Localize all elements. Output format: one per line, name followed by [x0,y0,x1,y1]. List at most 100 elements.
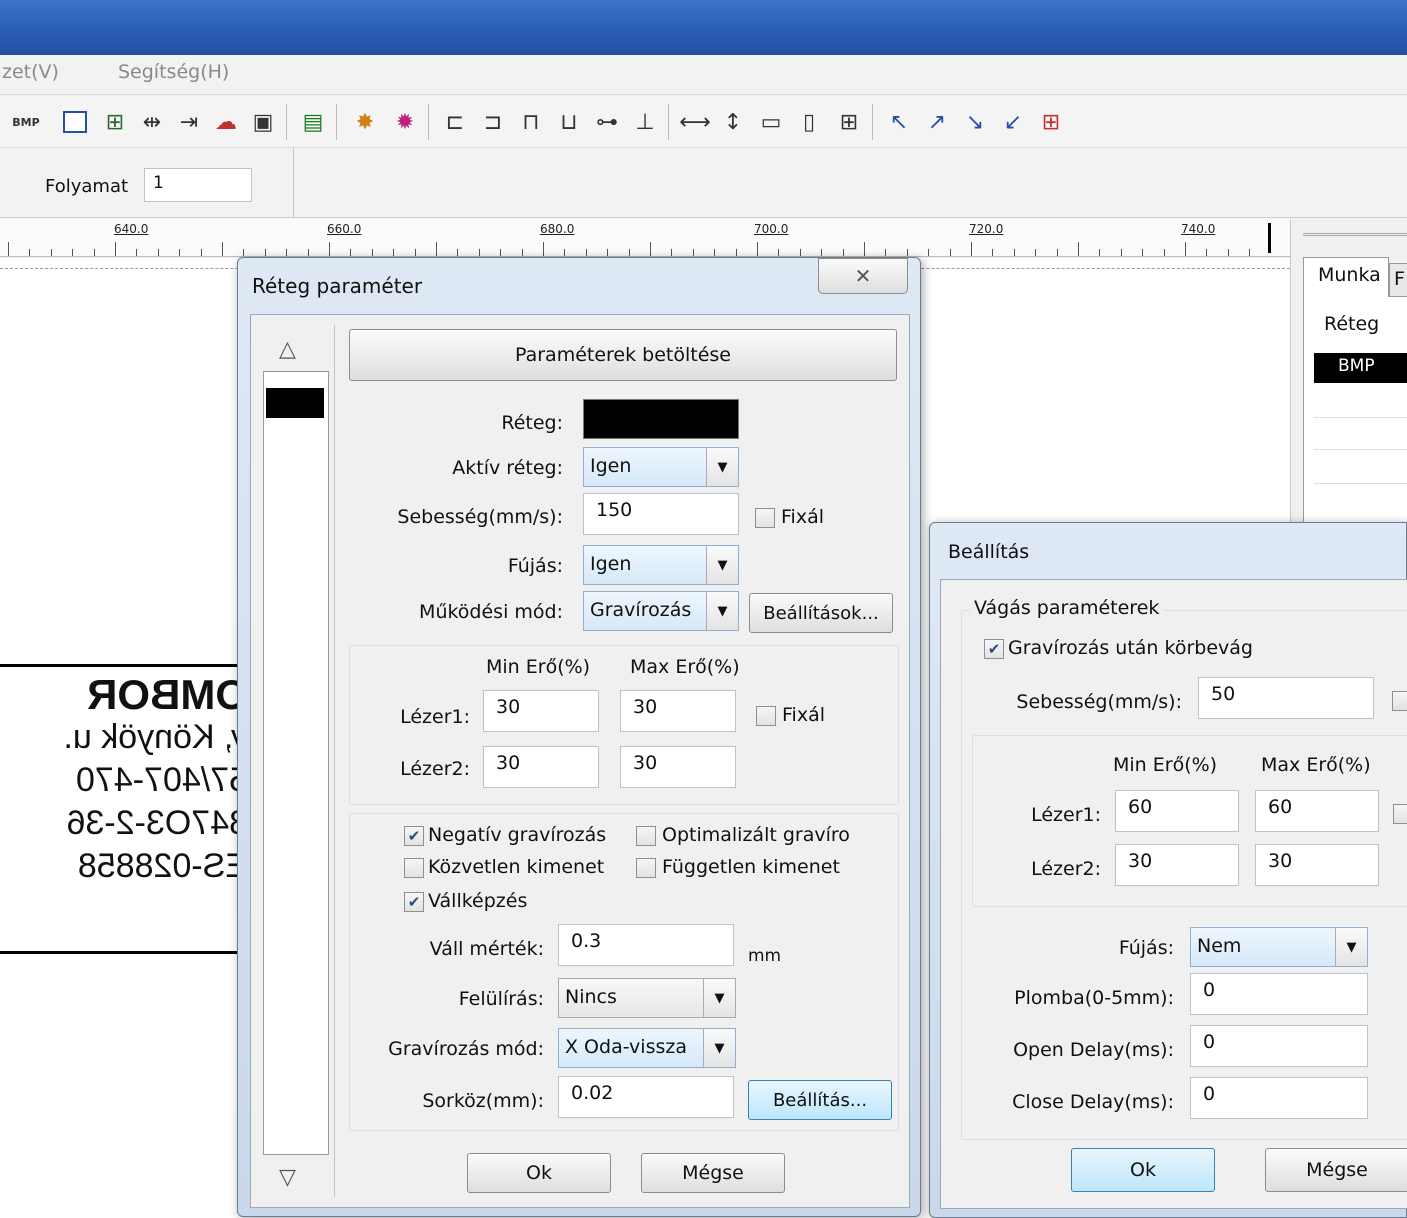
chevron-down-icon[interactable]: ▼ [706,448,738,486]
ok-button[interactable]: Ok [467,1153,611,1193]
scroll-up-icon[interactable]: △ [279,337,296,362]
independent-output-checkbox[interactable] [636,858,656,878]
line-spacing-setting-button[interactable]: Beállítás... [748,1080,892,1120]
cut-blow-select[interactable]: Nem ▼ [1190,927,1368,967]
move-bottom-right-icon[interactable]: ↘ [958,105,992,139]
ruler-tick [94,249,95,256]
fix-power-label: Fixál [782,704,825,726]
ruler-tick [243,249,244,256]
toolbar-separator [668,104,669,140]
bmp-tool-icon[interactable]: BMP [6,105,46,139]
center-horizontal-icon[interactable]: ⊶ [590,105,624,139]
node-edit-icon[interactable]: ▣ [246,105,280,139]
move-bottom-left-icon[interactable]: ↙ [996,105,1030,139]
speed-input[interactable]: 150 [583,493,739,535]
tab-f[interactable]: F [1389,263,1407,297]
ruler-tick [1142,249,1143,256]
layer-color-swatch[interactable] [583,399,739,439]
settings-button[interactable]: Beállítások... [749,593,893,633]
align-horizontal-icon[interactable]: ⇹ [135,105,169,139]
line-spacing-input[interactable]: 0.02 [558,1076,734,1118]
laser2-max-input[interactable]: 30 [620,746,736,788]
chevron-down-icon[interactable]: ▼ [706,546,738,584]
select-all-points-icon[interactable]: ✹ [388,105,422,139]
menu-view[interactable]: zet(V) [2,61,59,83]
ruler-tick [800,249,801,256]
shoulder-size-input[interactable]: 0.3 [558,924,734,966]
fix-cut-power-checkbox[interactable] [1393,804,1407,824]
align-left-icon[interactable]: ⊏ [438,105,472,139]
overwrite-select[interactable]: Nincs ▼ [558,978,736,1018]
align-right-edge-icon[interactable]: ⇥ [172,105,206,139]
cancel-button[interactable]: Mégse [641,1153,785,1193]
laser1-max-input[interactable]: 30 [620,690,736,732]
engraving-artwork[interactable]: OMBOR y, Könyök u. 57/407-470 847O3-2-36… [0,664,260,954]
negative-engraving-checkbox[interactable]: ✔ [404,826,424,846]
same-width-icon[interactable]: ⟷ [678,105,712,139]
tab-munka[interactable]: Munka [1303,257,1389,297]
window-title-bar[interactable] [0,0,1407,55]
align-bottom-icon[interactable]: ⊔ [552,105,586,139]
cut-blow-label: Fújás: [1118,937,1174,959]
layer-swatch[interactable] [266,388,324,418]
laser2-min-input[interactable]: 30 [483,746,599,788]
scroll-down-icon[interactable]: ▽ [279,1165,296,1190]
cut-laser1-min-input[interactable]: 60 [1115,790,1239,832]
same-size-v-icon[interactable]: ▯ [792,105,826,139]
chevron-down-icon[interactable]: ▼ [703,979,735,1017]
layer-row-bmp[interactable]: BMP [1314,353,1407,383]
same-size-h-icon[interactable]: ▭ [754,105,788,139]
active-layer-select[interactable]: Igen ▼ [583,447,739,487]
ruler-tick [8,242,9,256]
chevron-down-icon[interactable]: ▼ [1335,928,1367,966]
chevron-down-icon[interactable]: ▼ [703,1029,735,1067]
fix-power-checkbox[interactable] [756,706,776,726]
laser1-min-input[interactable]: 30 [483,690,599,732]
settings-cancel-button[interactable]: Mégse [1265,1148,1407,1192]
layer-row-divider [1314,417,1407,418]
align-right-icon[interactable]: ⊐ [476,105,510,139]
direct-output-label: Közvetlen kimenet [428,856,605,878]
ruler-tick [1099,249,1100,256]
move-center-icon[interactable]: ⊞ [1034,105,1068,139]
load-parameters-button[interactable]: Paraméterek betöltése [349,329,897,381]
rectangle-tool-icon[interactable] [58,105,92,139]
cut-after-engraving-checkbox[interactable]: ✔ [984,639,1004,659]
work-mode-select[interactable]: Gravírozás ▼ [583,591,739,631]
cut-speed-input[interactable]: 50 [1198,677,1374,719]
center-vertical-icon[interactable]: ⊥ [628,105,662,139]
grid-array-icon[interactable]: ⊞ [832,105,866,139]
cut-laser2-max-input[interactable]: 30 [1255,844,1379,886]
artwork-line: OMBOR [87,671,248,718]
cut-laser2-min-input[interactable]: 30 [1115,844,1239,886]
move-top-left-icon[interactable]: ↖ [882,105,916,139]
align-top-icon[interactable]: ⊓ [514,105,548,139]
engrave-mode-select[interactable]: X Oda-vissza ▼ [558,1028,736,1068]
select-points-icon[interactable]: ✸ [348,105,382,139]
group-tool-icon[interactable]: ⊞ [98,105,132,139]
close-delay-input[interactable]: 0 [1190,1077,1368,1119]
move-top-right-icon[interactable]: ↗ [920,105,954,139]
preview-monitor-icon[interactable]: ▤ [296,105,330,139]
seal-input[interactable]: 0 [1190,973,1368,1015]
panel-grip [1303,233,1407,236]
optimized-engraving-checkbox[interactable] [636,826,656,846]
menu-help[interactable]: Segítség(H) [118,61,229,83]
settings-ok-button[interactable]: Ok [1071,1148,1215,1192]
fix-speed-checkbox[interactable] [755,508,775,528]
ruler-tick [736,249,737,256]
open-delay-input[interactable]: 0 [1190,1025,1368,1067]
ruler-tick [51,249,52,256]
same-height-icon[interactable]: ↕ [716,105,750,139]
ruler-tick [950,249,951,256]
fix-cut-speed-checkbox[interactable] [1392,691,1407,711]
direct-output-checkbox[interactable] [404,858,424,878]
blow-select[interactable]: Igen ▼ [583,545,739,585]
close-icon[interactable]: ✕ [818,258,908,294]
curve-tool-icon[interactable]: ☁ [209,105,243,139]
ruler-tick [158,249,159,256]
cut-laser1-max-input[interactable]: 60 [1255,790,1379,832]
process-input[interactable]: 1 [144,168,252,202]
shoulder-checkbox[interactable]: ✔ [404,892,424,912]
chevron-down-icon[interactable]: ▼ [706,592,738,630]
